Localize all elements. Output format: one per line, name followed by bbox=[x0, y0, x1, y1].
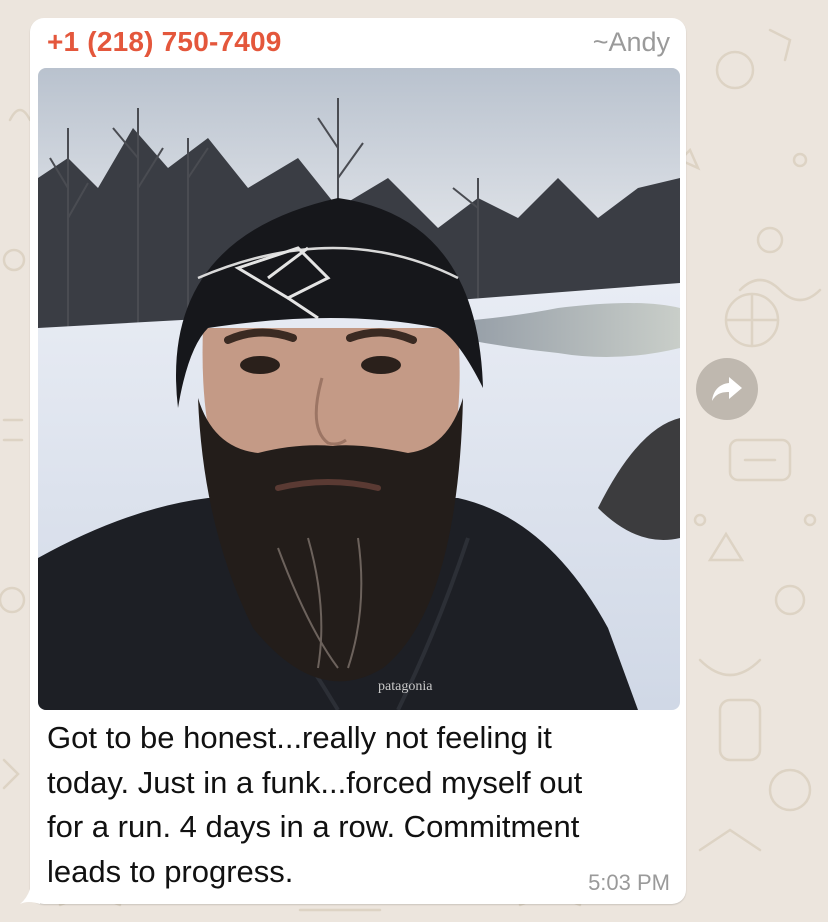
forward-button[interactable] bbox=[696, 358, 758, 420]
message-caption: Got to be honest...really not feeling it… bbox=[47, 720, 583, 889]
sender-phone[interactable]: +1 (218) 750-7409 bbox=[47, 26, 282, 58]
bubble-tail bbox=[20, 868, 40, 904]
forward-arrow-icon bbox=[712, 377, 742, 401]
jacket-logo-text: patagonia bbox=[378, 679, 433, 694]
photo-attachment[interactable]: patagonia bbox=[38, 68, 680, 710]
message-time: 5:03 PM bbox=[588, 870, 670, 895]
message-bubble[interactable]: +1 (218) 750-7409 ~Andy patagonia Got to… bbox=[30, 18, 686, 904]
sender-push-name: ~Andy bbox=[592, 27, 670, 57]
